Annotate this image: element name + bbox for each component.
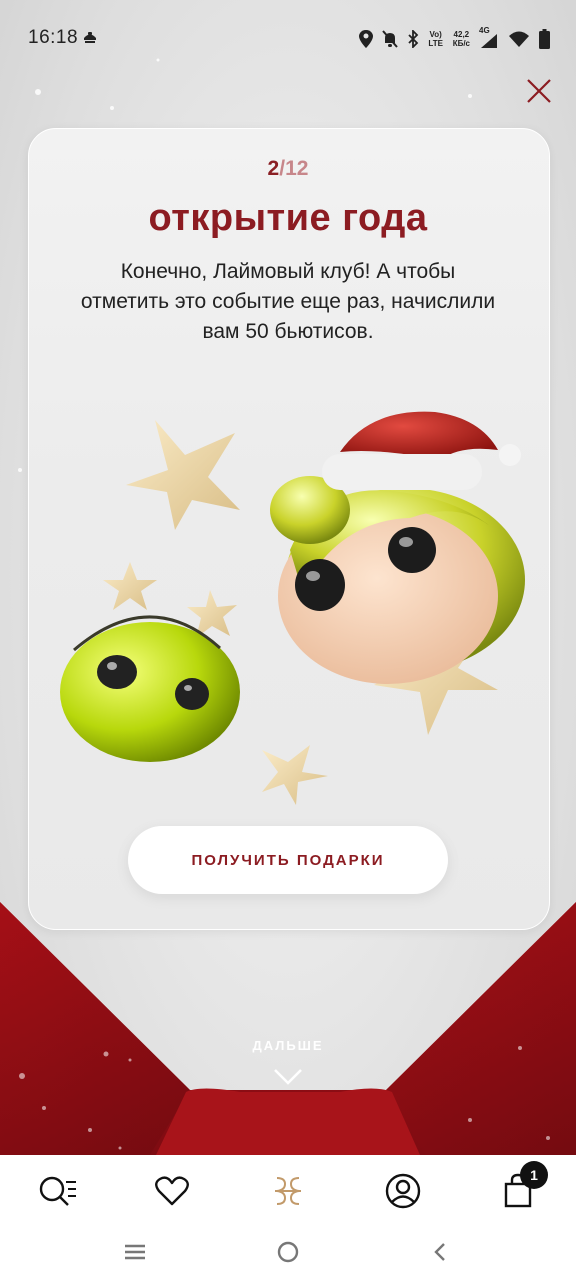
club-logo-icon [275,1177,301,1205]
wifi-icon [509,31,529,47]
location-icon [358,30,373,48]
story-description: Конечно, Лаймовый клуб! А чтобы отметить… [80,260,496,343]
tab-search-catalog[interactable] [36,1169,80,1213]
back-chevron-icon [434,1243,445,1261]
chevron-down-icon[interactable] [271,1064,305,1088]
star-bottom [262,745,328,805]
star-top-left [126,420,240,530]
menu-icon [125,1244,145,1260]
signal-icon: 4G [479,26,499,48]
mute-icon [381,30,398,48]
tab-bar [0,1155,576,1225]
profile-icon [385,1173,421,1209]
back-button[interactable] [420,1235,460,1269]
heart-icon [155,1176,189,1206]
gift-illustration [60,411,525,805]
story-title: открытие года [148,197,428,239]
home-button[interactable] [268,1235,308,1269]
cart-badge: 1 [520,1161,548,1189]
story-counter: 2/12 [0,157,576,181]
next-label[interactable]: ДАЛЬШЕ [0,1038,576,1053]
notification-icon [84,32,96,43]
recent-apps-button[interactable] [115,1235,155,1269]
counter-current: 2 [267,157,280,180]
network-speed: 42,2 КБ/с [452,30,470,48]
counter-total: 12 [285,157,309,180]
battery-icon [539,29,550,49]
tab-club[interactable] [266,1169,310,1213]
tab-favorites[interactable] [150,1169,194,1213]
tab-profile[interactable] [381,1169,425,1213]
volte-indicator: Vo) LTE [428,30,443,48]
get-gifts-button[interactable]: ПОЛУЧИТЬ ПОДАРКИ [128,826,448,894]
status-time: 16:18 [28,27,79,48]
star-small-1 [103,562,157,610]
status-bar: 16:18 Vo) LTE 42,2 КБ/с 4G [0,0,576,78]
close-icon[interactable] [522,74,556,108]
bluetooth-icon [408,30,418,48]
search-catalog-icon [39,1176,76,1206]
home-circle-icon [277,1241,299,1263]
system-navigation-bar [0,1225,576,1280]
